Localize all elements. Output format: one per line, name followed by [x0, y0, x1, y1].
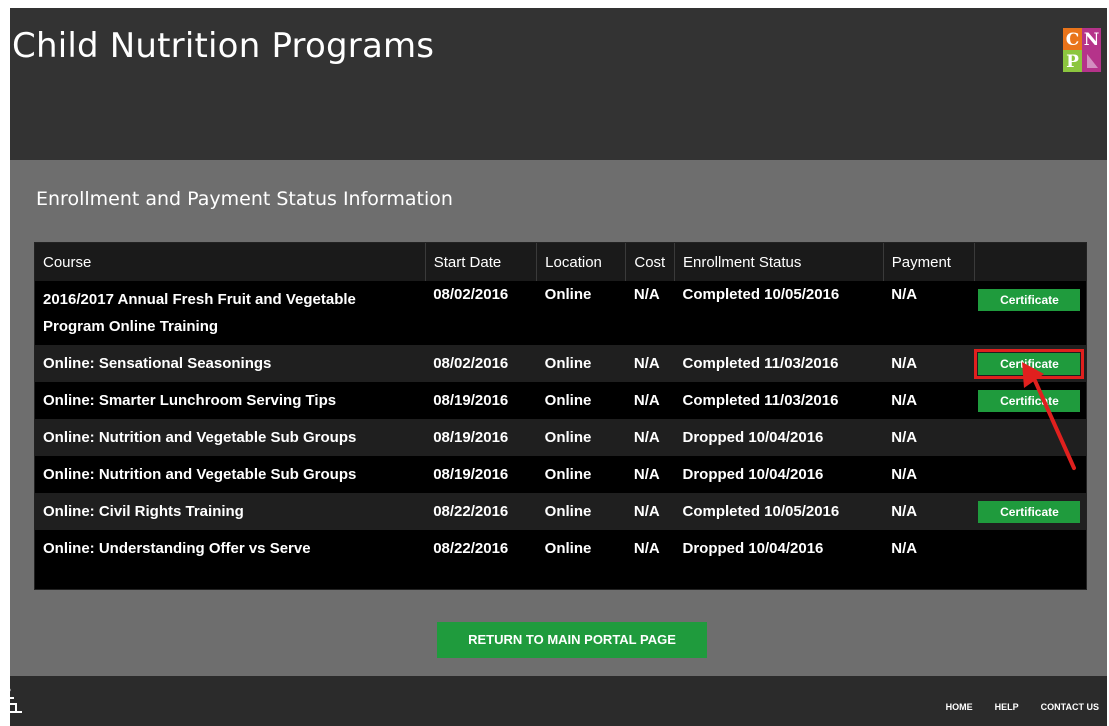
- cost-cell: N/A: [625, 419, 675, 456]
- course-cell: Online: Smarter Lunchroom Serving Tips: [43, 392, 337, 409]
- footer-link-help[interactable]: HELP: [995, 702, 1019, 712]
- accessibility-icon[interactable]: [2, 686, 24, 716]
- action-cell: Certificate: [974, 382, 1086, 419]
- course-cell: Online: Nutrition and Vegetable Sub Grou…: [35, 419, 426, 456]
- page-frame: Child Nutrition Programs C N P Enrollmen…: [10, 8, 1107, 726]
- logo-letter-c: C: [1066, 30, 1080, 50]
- course-cell: Online: Understanding Offer vs Serve: [43, 540, 311, 557]
- section-title: Enrollment and Payment Status Informatio…: [36, 188, 453, 210]
- course-cell: Online: Nutrition and Vegetable Sub Grou…: [43, 466, 357, 483]
- cost-cell: N/A: [625, 493, 675, 530]
- main-content: Enrollment and Payment Status Informatio…: [10, 160, 1107, 676]
- cost-cell: N/A: [633, 466, 660, 483]
- cost-cell: N/A: [633, 392, 660, 409]
- payment-cell: N/A: [883, 493, 975, 530]
- certificate-button-highlighted[interactable]: Certificate: [974, 348, 1085, 379]
- table-row: Online: Understanding Offer vs Serve 08/…: [35, 530, 1086, 567]
- status-cell: Completed 11/03/2016: [682, 392, 839, 409]
- table-row: Online: Smarter Lunchroom Serving Tips 0…: [35, 382, 1086, 419]
- app-title: Child Nutrition Programs: [12, 26, 435, 66]
- payment-cell: N/A: [883, 345, 975, 382]
- column-header-payment: Payment: [883, 243, 975, 281]
- payment-cell: N/A: [891, 286, 918, 303]
- action-cell: Certificate: [974, 345, 1086, 382]
- status-cell: Dropped 10/04/2016: [682, 466, 824, 483]
- cost-cell: N/A: [633, 540, 660, 557]
- footer: HOME HELP CONTACT US: [10, 676, 1107, 726]
- payment-cell: N/A: [891, 392, 918, 409]
- column-header-cost: Cost: [625, 243, 675, 281]
- table-row: Online: Civil Rights Training 08/22/2016…: [35, 493, 1086, 530]
- action-cell: [974, 419, 1086, 456]
- start-date-cell: 08/19/2016: [433, 392, 509, 409]
- enrollment-table: Course Start Date Location Cost Enrollme…: [34, 242, 1087, 590]
- certificate-button[interactable]: Certificate: [978, 389, 1081, 412]
- cost-cell: N/A: [625, 345, 675, 382]
- footer-link-home[interactable]: HOME: [946, 702, 973, 712]
- column-header-course: Course: [35, 243, 426, 281]
- footer-links: HOME HELP CONTACT US: [946, 702, 1099, 712]
- cost-cell: N/A: [633, 286, 660, 303]
- payment-cell: N/A: [891, 466, 918, 483]
- start-date-cell: 08/02/2016: [433, 286, 509, 303]
- payment-cell: N/A: [891, 540, 918, 557]
- action-cell: [974, 530, 1086, 567]
- action-cell: [974, 456, 1086, 493]
- start-date-cell: 08/22/2016: [425, 493, 537, 530]
- payment-cell: N/A: [883, 419, 975, 456]
- start-date-cell: 08/19/2016: [425, 419, 537, 456]
- table-row: 2016/2017 Annual Fresh Fruit and Vegetab…: [35, 281, 1086, 345]
- location-cell: Online: [536, 419, 626, 456]
- table-header-row: Course Start Date Location Cost Enrollme…: [35, 243, 1086, 281]
- location-cell: Online: [544, 466, 592, 483]
- return-to-main-portal-button[interactable]: RETURN TO MAIN PORTAL PAGE: [437, 622, 707, 658]
- table-row: Online: Nutrition and Vegetable Sub Grou…: [35, 419, 1086, 456]
- footer-link-contact-us[interactable]: CONTACT US: [1041, 702, 1099, 712]
- status-cell: Completed 10/05/2016: [674, 493, 884, 530]
- start-date-cell: 08/02/2016: [425, 345, 537, 382]
- action-cell: Certificate: [974, 281, 1086, 345]
- status-cell: Dropped 10/04/2016: [674, 419, 884, 456]
- column-header-enrollment-status: Enrollment Status: [674, 243, 884, 281]
- location-cell: Online: [544, 540, 592, 557]
- action-cell: Certificate: [974, 493, 1086, 530]
- cnp-logo-icon: C N P: [1063, 28, 1101, 72]
- table-row: Online: Nutrition and Vegetable Sub Grou…: [35, 456, 1086, 493]
- status-cell: Completed 11/03/2016: [674, 345, 884, 382]
- column-header-action: [974, 243, 1086, 281]
- header: Child Nutrition Programs C N P: [10, 8, 1107, 160]
- course-cell: Online: Civil Rights Training: [35, 493, 426, 530]
- column-header-start-date: Start Date: [425, 243, 538, 281]
- course-cell: Online: Sensational Seasonings: [35, 345, 426, 382]
- table-row: Online: Sensational Seasonings 08/02/201…: [35, 345, 1086, 382]
- status-cell: Dropped 10/04/2016: [682, 540, 824, 557]
- status-cell: Completed 10/05/2016: [682, 286, 840, 303]
- course-cell: 2016/2017 Annual Fresh Fruit and Vegetab…: [43, 291, 356, 335]
- certificate-button[interactable]: Certificate: [978, 500, 1081, 523]
- start-date-cell: 08/19/2016: [433, 466, 509, 483]
- logo-letter-p: P: [1066, 52, 1079, 72]
- start-date-cell: 08/22/2016: [433, 540, 509, 557]
- location-cell: Online: [544, 286, 592, 303]
- location-cell: Online: [544, 392, 592, 409]
- certificate-button[interactable]: Certificate: [978, 289, 1081, 311]
- location-cell: Online: [536, 345, 626, 382]
- column-header-location: Location: [536, 243, 627, 281]
- logo-letter-n: N: [1084, 30, 1100, 50]
- location-cell: Online: [536, 493, 626, 530]
